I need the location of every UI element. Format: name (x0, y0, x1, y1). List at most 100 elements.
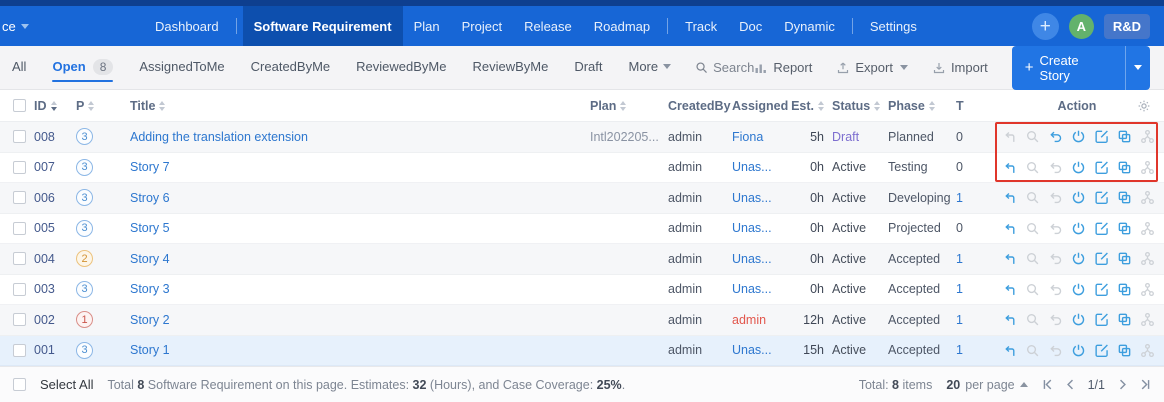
change-action-icon[interactable] (1001, 159, 1017, 175)
column-header-title[interactable]: Title (118, 90, 590, 121)
sort-icon[interactable] (620, 100, 627, 111)
sort-icon[interactable] (88, 100, 95, 111)
row-checkbox[interactable] (13, 252, 26, 266)
case-count[interactable]: 1 (956, 191, 963, 205)
edit-action-icon[interactable] (1093, 342, 1109, 358)
next-page-button[interactable] (1117, 379, 1128, 390)
copy-action-icon[interactable] (1116, 312, 1132, 328)
copy-action-icon[interactable] (1116, 129, 1132, 145)
per-page-select[interactable]: 20 per page (946, 378, 1028, 392)
row-checkbox[interactable] (13, 221, 26, 235)
close-action-icon[interactable] (1070, 190, 1086, 206)
copy-action-icon[interactable] (1116, 251, 1132, 267)
assigned-to-link[interactable]: Unas... (732, 252, 772, 266)
row-checkbox[interactable] (13, 282, 26, 296)
tab-review-by-me[interactable]: ReviewByMe (472, 54, 548, 81)
product-switcher[interactable]: ce (0, 6, 40, 46)
import-button[interactable]: Import (932, 60, 988, 75)
column-header-id[interactable]: ID (34, 90, 76, 121)
select-all-checkbox[interactable] (13, 378, 26, 391)
quick-create-button[interactable]: + (1031, 12, 1059, 40)
change-action-icon[interactable] (1001, 220, 1017, 236)
edit-action-icon[interactable] (1093, 129, 1109, 145)
column-header-plan[interactable]: Plan (590, 90, 668, 121)
edit-action-icon[interactable] (1093, 190, 1109, 206)
column-header-assigned-to[interactable]: AssignedTo (732, 90, 788, 121)
story-title-link[interactable]: Stroy 6 (130, 191, 170, 205)
tab-all[interactable]: All (12, 54, 26, 81)
nav-item-track[interactable]: Track (674, 6, 728, 46)
export-button[interactable]: Export (836, 60, 908, 75)
change-action-icon[interactable] (1001, 251, 1017, 267)
story-title-link[interactable]: Story 2 (130, 313, 170, 327)
row-checkbox[interactable] (13, 160, 26, 174)
column-header-phase[interactable]: Phase (888, 90, 956, 121)
prev-page-button[interactable] (1065, 379, 1076, 390)
story-title-link[interactable]: Story 4 (130, 252, 170, 266)
change-action-icon[interactable] (1001, 312, 1017, 328)
column-header-cases[interactable]: T (956, 90, 990, 121)
change-action-icon[interactable] (1001, 281, 1017, 297)
case-count[interactable]: 1 (956, 313, 963, 327)
nav-item-project[interactable]: Project (451, 6, 513, 46)
story-title-link[interactable]: Story 1 (130, 343, 170, 357)
story-title-link[interactable]: Adding the translation extension (130, 130, 308, 144)
copy-action-icon[interactable] (1116, 281, 1132, 297)
story-title-link[interactable]: Story 7 (130, 160, 170, 174)
case-count[interactable]: 1 (956, 282, 963, 296)
create-story-button[interactable]: + Create Story (1011, 45, 1150, 90)
close-action-icon[interactable] (1070, 220, 1086, 236)
report-button[interactable]: Report (754, 60, 812, 75)
edit-action-icon[interactable] (1093, 220, 1109, 236)
close-action-icon[interactable] (1070, 342, 1086, 358)
nav-item-doc[interactable]: Doc (728, 6, 773, 46)
tab-open[interactable]: Open 8 (52, 54, 114, 82)
assigned-to-link[interactable]: admin (732, 313, 766, 327)
copy-action-icon[interactable] (1116, 220, 1132, 236)
copy-action-icon[interactable] (1116, 342, 1132, 358)
tab-draft[interactable]: Draft (574, 54, 602, 81)
first-page-button[interactable] (1042, 379, 1053, 390)
column-header-est[interactable]: Est. (788, 90, 832, 121)
tab-more[interactable]: More (629, 54, 672, 81)
assigned-to-link[interactable]: Unas... (732, 221, 772, 235)
row-checkbox[interactable] (13, 191, 26, 205)
case-count[interactable]: 1 (956, 343, 963, 357)
assigned-to-link[interactable]: Unas... (732, 191, 772, 205)
copy-action-icon[interactable] (1116, 190, 1132, 206)
assigned-to-link[interactable]: Unas... (732, 160, 772, 174)
column-settings-button[interactable] (1137, 99, 1151, 113)
story-title-link[interactable]: Story 3 (130, 282, 170, 296)
close-action-icon[interactable] (1070, 251, 1086, 267)
assigned-to-link[interactable]: Unas... (732, 282, 772, 296)
nav-item-software-requirement[interactable]: Software Requirement (242, 6, 403, 46)
sort-icon[interactable] (159, 100, 166, 111)
close-action-icon[interactable] (1070, 281, 1086, 297)
last-page-button[interactable] (1140, 379, 1151, 390)
change-action-icon[interactable] (1001, 342, 1017, 358)
close-action-icon[interactable] (1070, 129, 1086, 145)
change-action-icon[interactable] (1001, 190, 1017, 206)
search-toggle[interactable]: Search (695, 60, 754, 75)
close-action-icon[interactable] (1070, 159, 1086, 175)
row-checkbox[interactable] (13, 313, 26, 327)
edit-action-icon[interactable] (1093, 159, 1109, 175)
row-checkbox[interactable] (13, 343, 26, 357)
assigned-to-link[interactable]: Unas... (732, 343, 772, 357)
column-header-status[interactable]: Status (832, 90, 888, 121)
close-action-icon[interactable] (1070, 312, 1086, 328)
assigned-to-link[interactable]: Fiona (732, 130, 763, 144)
nav-item-plan[interactable]: Plan (403, 6, 451, 46)
sort-icon[interactable] (874, 100, 881, 111)
create-story-dropdown[interactable] (1125, 45, 1150, 90)
story-title-link[interactable]: Story 5 (130, 221, 170, 235)
edit-action-icon[interactable] (1093, 251, 1109, 267)
nav-item-roadmap[interactable]: Roadmap (583, 6, 661, 46)
select-all-header-checkbox[interactable] (13, 99, 26, 112)
sort-icon[interactable] (928, 100, 935, 111)
column-header-created-by[interactable]: CreatedBy (668, 90, 732, 121)
nav-item-dashboard[interactable]: Dashboard (144, 6, 230, 46)
sort-icon[interactable] (50, 100, 57, 111)
nav-item-dynamic[interactable]: Dynamic (773, 6, 846, 46)
avatar[interactable]: A (1068, 13, 1094, 39)
